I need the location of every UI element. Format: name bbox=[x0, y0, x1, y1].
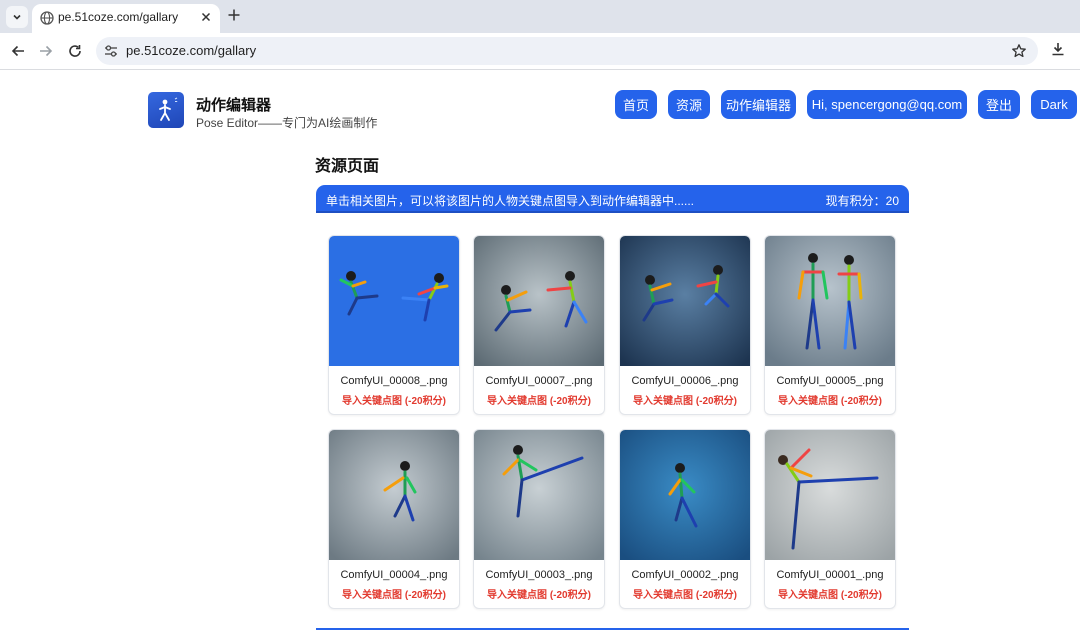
user-account-button[interactable]: Hi, spencergong@qq.com bbox=[807, 90, 967, 119]
plus-icon[interactable] bbox=[227, 8, 241, 22]
app-subtitle: Pose Editor——专门为AI绘画制作 bbox=[196, 116, 378, 130]
import-keypoints-link[interactable]: 导入关键点图 (-20积分) bbox=[620, 586, 750, 601]
logout-button[interactable]: 登出 bbox=[978, 90, 1020, 119]
gallery-card[interactable]: ComfyUI_00005_.png 导入关键点图 (-20积分) bbox=[764, 235, 896, 415]
gallery-file-name: ComfyUI_00007_.png bbox=[485, 375, 593, 387]
browser-tab[interactable]: pe.51coze.com/gallary bbox=[32, 4, 220, 33]
gallery-card[interactable]: ComfyUI_00003_.png 导入关键点图 (-20积分) bbox=[473, 429, 605, 609]
gallery-thumbnail[interactable] bbox=[620, 430, 750, 560]
gallery-card[interactable]: ComfyUI_00008_.png 导入关键点图 (-20积分) bbox=[328, 235, 460, 415]
stick-figure-icon bbox=[159, 97, 178, 121]
import-keypoints-link[interactable]: 导入关键点图 (-20积分) bbox=[474, 392, 604, 407]
download-icon[interactable] bbox=[1050, 41, 1066, 57]
gallery-thumbnail[interactable] bbox=[765, 236, 895, 366]
import-keypoints-link[interactable]: 导入关键点图 (-20积分) bbox=[765, 392, 895, 407]
address-bar[interactable]: pe.51coze.com/gallary bbox=[96, 37, 1038, 65]
gallery-file-name: ComfyUI_00002_.png bbox=[631, 569, 739, 581]
close-icon[interactable] bbox=[200, 11, 212, 23]
gallery-thumbnail[interactable] bbox=[474, 236, 604, 366]
gallery-card[interactable]: ComfyUI_00001_.png 导入关键点图 (-20积分) bbox=[764, 429, 896, 609]
url-text[interactable]: pe.51coze.com/gallary bbox=[126, 43, 256, 58]
info-bar: 单击相关图片，可以将该图片的人物关键点图导入到动作编辑器中...... 现有积分… bbox=[316, 185, 909, 213]
app-logo[interactable] bbox=[148, 92, 184, 128]
gallery-file-name: ComfyUI_00003_.png bbox=[485, 569, 593, 581]
gallery-card[interactable]: ComfyUI_00006_.png 导入关键点图 (-20积分) bbox=[619, 235, 751, 415]
gallery-thumbnail[interactable] bbox=[329, 430, 459, 560]
import-keypoints-link[interactable]: 导入关键点图 (-20积分) bbox=[765, 586, 895, 601]
back-icon[interactable] bbox=[10, 43, 26, 59]
theme-toggle-button[interactable]: Dark bbox=[1031, 90, 1077, 119]
gallery-card[interactable]: ComfyUI_00007_.png 导入关键点图 (-20积分) bbox=[473, 235, 605, 415]
import-keypoints-link[interactable]: 导入关键点图 (-20积分) bbox=[329, 392, 459, 407]
site-settings-icon[interactable] bbox=[104, 44, 118, 58]
nav-home-button[interactable]: 首页 bbox=[615, 90, 657, 119]
page-title: 资源页面 bbox=[315, 158, 380, 175]
browser-toolbar: pe.51coze.com/gallary bbox=[0, 33, 1080, 70]
gallery-file-name: ComfyUI_00006_.png bbox=[631, 375, 739, 387]
import-keypoints-link[interactable]: 导入关键点图 (-20积分) bbox=[474, 586, 604, 601]
tab-title: pe.51coze.com/gallary bbox=[58, 10, 179, 24]
section-divider bbox=[316, 628, 909, 630]
gallery-file-name: ComfyUI_00004_.png bbox=[340, 569, 448, 581]
gallery-thumbnail[interactable] bbox=[765, 430, 895, 560]
nav-resources-button[interactable]: 资源 bbox=[668, 90, 710, 119]
chevron-down-icon bbox=[13, 14, 21, 20]
nav-editor-button[interactable]: 动作编辑器 bbox=[721, 90, 796, 119]
info-text: 单击相关图片，可以将该图片的人物关键点图导入到动作编辑器中...... bbox=[326, 194, 695, 208]
reload-icon[interactable] bbox=[67, 43, 83, 59]
gallery-thumbnail[interactable] bbox=[474, 430, 604, 560]
gallery-thumbnail[interactable] bbox=[620, 236, 750, 366]
points-balance: 现有积分：20 bbox=[825, 194, 899, 208]
gallery-card[interactable]: ComfyUI_00002_.png 导入关键点图 (-20积分) bbox=[619, 429, 751, 609]
gallery-file-name: ComfyUI_00005_.png bbox=[776, 375, 884, 387]
forward-icon[interactable] bbox=[38, 43, 54, 59]
import-keypoints-link[interactable]: 导入关键点图 (-20积分) bbox=[329, 586, 459, 601]
globe-icon bbox=[40, 11, 54, 25]
star-icon[interactable] bbox=[1011, 43, 1027, 59]
tab-search-button[interactable] bbox=[6, 6, 28, 28]
gallery-thumbnail[interactable] bbox=[329, 236, 459, 366]
gallery-card[interactable]: ComfyUI_00004_.png 导入关键点图 (-20积分) bbox=[328, 429, 460, 609]
browser-tabstrip: pe.51coze.com/gallary bbox=[0, 0, 1080, 33]
gallery-file-name: ComfyUI_00008_.png bbox=[340, 375, 448, 387]
gallery-file-name: ComfyUI_00001_.png bbox=[776, 569, 884, 581]
import-keypoints-link[interactable]: 导入关键点图 (-20积分) bbox=[620, 392, 750, 407]
app-title: 动作编辑器 bbox=[196, 97, 272, 114]
